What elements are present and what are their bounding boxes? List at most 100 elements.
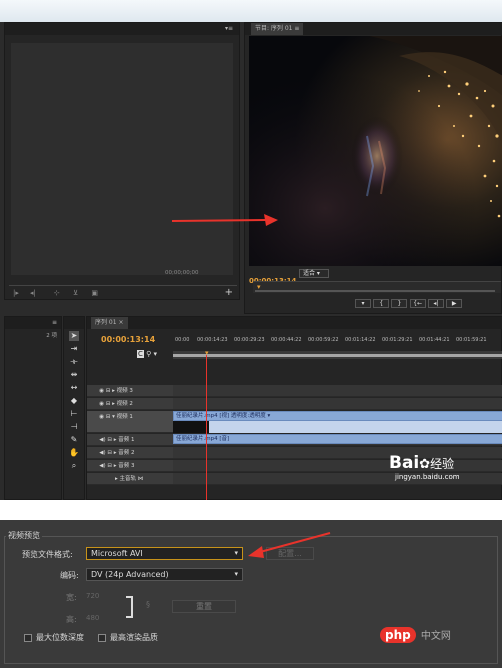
reset-button[interactable]: 重置 xyxy=(172,600,236,613)
php-logo: php xyxy=(380,627,416,643)
track-header-master[interactable]: ▸ 主音轨 ⋈ xyxy=(87,473,173,485)
slip-tool-icon[interactable]: ⊢ xyxy=(69,409,79,419)
track-name: ▾ 视频 1 xyxy=(112,414,133,420)
php-watermark: php 中文网 xyxy=(380,624,451,643)
speaker-icon[interactable]: ◀) xyxy=(99,437,105,443)
selection-tool-icon[interactable]: ➤ xyxy=(69,331,79,341)
width-value[interactable]: 720 xyxy=(86,592,99,600)
project-item-count: 2 项 xyxy=(46,333,57,339)
video-clip[interactable]: 佳丽纪录片.mp4 [视] 透明度:透明度 ▾ xyxy=(173,411,502,421)
insert-icon[interactable]: ⊹ xyxy=(54,289,60,297)
chevron-down-icon: ▾ xyxy=(234,549,238,557)
fit-dropdown[interactable]: 适合 ▾ xyxy=(299,269,329,278)
codec-dropdown[interactable]: DV (24p Advanced) ▾ xyxy=(86,568,243,581)
add-button-icon[interactable]: + xyxy=(225,287,233,298)
audio-clip[interactable]: 佳丽纪录片.mp4 [音] xyxy=(173,434,502,444)
program-tab[interactable]: 节目: 序列 01 ≡ xyxy=(251,23,304,35)
track-lane-video2[interactable] xyxy=(173,398,502,410)
lock-icon[interactable]: ⊟ xyxy=(106,401,111,407)
track-header-video3[interactable]: ◉ ⊟ ▸ 视频 3 xyxy=(87,385,173,397)
close-icon[interactable]: × xyxy=(118,319,123,326)
track-header-video1[interactable]: ◉ ⊟ ▾ 视频 1 xyxy=(87,411,173,433)
go-to-in-icon[interactable]: {← xyxy=(409,299,426,308)
window-top-strip xyxy=(0,0,502,22)
hand-tool-icon[interactable]: ✋ xyxy=(69,448,79,458)
project-tab-bar: ≡ xyxy=(5,317,61,329)
overlay-icon[interactable]: ⊻ xyxy=(73,289,78,297)
height-value[interactable]: 480 xyxy=(86,614,99,622)
lock-icon[interactable]: ⊟ xyxy=(106,388,111,394)
program-scrub-bar[interactable]: ▾ xyxy=(253,281,501,293)
panel-menu-icon[interactable]: ≡ xyxy=(52,317,57,329)
mark-out-icon[interactable]: ◂| xyxy=(30,289,36,297)
baidu-brand-suffix: 经验 xyxy=(430,457,455,471)
timeline-panel: 序列 01 × 00:00:13:14 C ⚲ ▾ 00:00 00:00:14… xyxy=(86,316,502,500)
lock-icon[interactable]: ⊟ xyxy=(106,414,111,420)
snap-icon[interactable]: C xyxy=(137,350,144,358)
add-marker-icon[interactable]: ▾ xyxy=(355,299,371,308)
preview-format-label: 预览文件格式: xyxy=(22,550,73,559)
program-tab-title: 节目: 序列 01 xyxy=(255,25,293,32)
program-tab-bar: 节目: 序列 01 ≡ xyxy=(245,23,502,35)
tools-panel: ➤ ⇥ ⟛ ⇹ ↔ ◆ ⊢ ⊣ ✎ ✋ ⌕ xyxy=(63,316,85,500)
track-header-audio2[interactable]: ◀) ⊟ ▸ 音频 2 xyxy=(87,447,173,459)
max-render-quality-label: 最高渲染品质 xyxy=(110,633,158,642)
sequence-tab[interactable]: 序列 01 × xyxy=(91,317,128,329)
rate-stretch-tool-icon[interactable]: ↔ xyxy=(69,383,79,393)
track-name: ▸ 音频 3 xyxy=(113,463,135,469)
sequence-tab-title: 序列 01 xyxy=(95,319,117,326)
max-render-quality-checkbox[interactable] xyxy=(98,634,106,642)
premiere-window: ▾≡ 00;00;00;00 |▸ ◂| ⊹ ⊻ ▣ + 节目: 序列 01 ≡ xyxy=(0,0,502,500)
chain-link-icon[interactable]: § xyxy=(146,600,150,609)
lock-icon[interactable]: ⊟ xyxy=(107,437,112,443)
work-area-bar[interactable]: ▾ xyxy=(173,349,502,359)
track-name: ▸ 音频 1 xyxy=(113,437,135,443)
track-header-audio3[interactable]: ◀) ⊟ ▸ 音频 3 xyxy=(87,460,173,472)
eye-icon[interactable]: ◉ xyxy=(99,388,104,394)
marker-icon[interactable]: ▾ xyxy=(154,350,158,358)
max-bit-depth-checkbox[interactable] xyxy=(24,634,32,642)
rolling-edit-tool-icon[interactable]: ⇹ xyxy=(69,370,79,380)
section-title: 视频预览 xyxy=(6,530,42,541)
work-area-range xyxy=(173,354,502,357)
speaker-icon[interactable]: ◀) xyxy=(99,463,105,469)
red-arrow-annotation xyxy=(171,214,278,226)
step-back-icon[interactable]: ◂| xyxy=(427,299,444,308)
pen-tool-icon[interactable]: ✎ xyxy=(69,435,79,445)
source-monitor-panel: ▾≡ 00;00;00;00 |▸ ◂| ⊹ ⊻ ▣ + xyxy=(4,22,240,300)
track-header-video2[interactable]: ◉ ⊟ ▸ 视频 2 xyxy=(87,398,173,410)
preview-format-dropdown[interactable]: Microsoft AVI ▾ xyxy=(86,547,243,560)
speaker-icon[interactable]: ◀) xyxy=(99,450,105,456)
slide-tool-icon[interactable]: ⊣ xyxy=(69,422,79,432)
aspect-bracket xyxy=(126,596,133,618)
php-site-name: 中文网 xyxy=(420,631,451,642)
source-viewer xyxy=(11,43,233,275)
paw-icon: ✿ xyxy=(419,457,431,472)
program-video-frame xyxy=(249,36,502,266)
track-name: ▸ 主音轨 xyxy=(114,476,136,482)
timeline-timecode[interactable]: 00:00:13:14 xyxy=(101,335,155,344)
project-panel: ≡ 2 项 xyxy=(4,316,62,500)
track-header-audio1[interactable]: ◀) ⊟ ▸ 音频 1 xyxy=(87,434,173,446)
eye-icon[interactable]: ◉ xyxy=(99,401,104,407)
lock-icon[interactable]: ⊟ xyxy=(107,463,112,469)
zoom-tool-icon[interactable]: ⌕ xyxy=(69,461,79,471)
height-label: 高: xyxy=(66,615,77,624)
play-icon[interactable]: ▶ xyxy=(446,299,463,308)
mark-in-icon[interactable]: |▸ xyxy=(13,289,19,297)
max-bit-depth-label: 最大位数深度 xyxy=(36,633,84,642)
export-frame-icon[interactable]: ▣ xyxy=(91,289,98,297)
mark-out-icon[interactable]: } xyxy=(391,299,408,308)
tab-menu-icon[interactable]: ≡ xyxy=(294,25,299,32)
track-lane-video3[interactable] xyxy=(173,385,502,397)
eye-icon[interactable]: ◉ xyxy=(99,414,104,420)
mark-in-icon[interactable]: { xyxy=(373,299,390,308)
ripple-edit-tool-icon[interactable]: ⟛ xyxy=(69,357,79,367)
panel-menu-icon[interactable]: ▾≡ xyxy=(225,23,233,35)
time-ruler[interactable]: 00:00 00:00:14:23 00:00:29:23 00:00:44:2… xyxy=(173,335,502,349)
track-select-tool-icon[interactable]: ⇥ xyxy=(69,344,79,354)
lock-icon[interactable]: ⊟ xyxy=(107,450,112,456)
link-icon[interactable]: ⚲ xyxy=(146,350,151,358)
master-icon: ⋈ xyxy=(137,476,144,482)
razor-tool-icon[interactable]: ◆ xyxy=(69,396,79,406)
